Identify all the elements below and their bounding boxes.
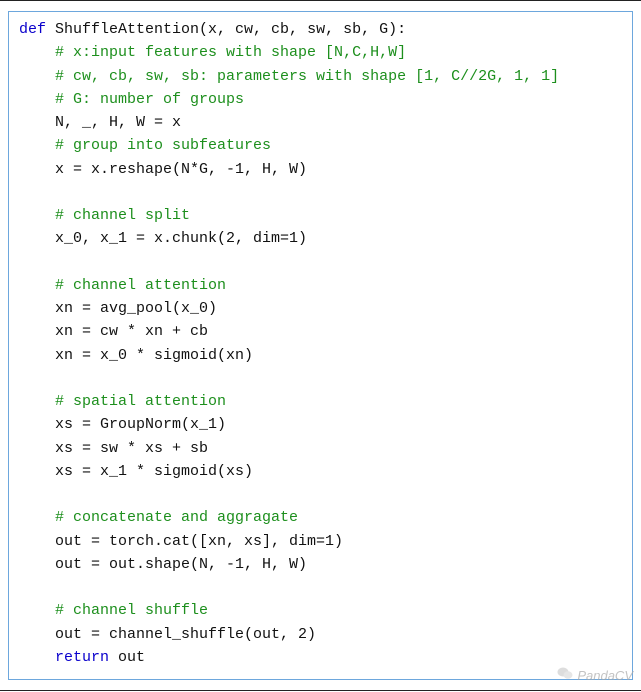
wechat-icon <box>557 666 573 686</box>
code-line: # channel split <box>19 204 622 227</box>
code-line: xs = sw * xs + sb <box>19 437 622 460</box>
code-line: # x:input features with shape [N,C,H,W] <box>19 41 622 64</box>
code-frame: def ShuffleAttention(x, cw, cb, sw, sb, … <box>0 0 641 691</box>
watermark: PandaCV <box>557 666 633 686</box>
code-line: N, _, H, W = x <box>19 111 622 134</box>
code-line <box>19 483 622 506</box>
code-line: xn = cw * xn + cb <box>19 320 622 343</box>
code-line <box>19 251 622 274</box>
code-line <box>19 576 622 599</box>
code-line: out = torch.cat([xn, xs], dim=1) <box>19 530 622 553</box>
code-line <box>19 367 622 390</box>
code-line: xs = x_1 * sigmoid(xs) <box>19 460 622 483</box>
code-line: xs = GroupNorm(x_1) <box>19 413 622 436</box>
watermark-text: PandaCV <box>577 666 633 686</box>
code-line: out = out.shape(N, -1, H, W) <box>19 553 622 576</box>
code-line: out = channel_shuffle(out, 2) <box>19 623 622 646</box>
code-line: # concatenate and aggragate <box>19 506 622 529</box>
code-line <box>19 181 622 204</box>
code-line: def ShuffleAttention(x, cw, cb, sw, sb, … <box>19 18 622 41</box>
code-line: # spatial attention <box>19 390 622 413</box>
code-line: x = x.reshape(N*G, -1, H, W) <box>19 158 622 181</box>
code-line: # group into subfeatures <box>19 134 622 157</box>
code-line: return out <box>19 646 622 669</box>
code-line: # channel shuffle <box>19 599 622 622</box>
code-line: # channel attention <box>19 274 622 297</box>
code-line: xn = avg_pool(x_0) <box>19 297 622 320</box>
code-line: x_0, x_1 = x.chunk(2, dim=1) <box>19 227 622 250</box>
code-line: xn = x_0 * sigmoid(xn) <box>19 344 622 367</box>
code-line: # cw, cb, sw, sb: parameters with shape … <box>19 65 622 88</box>
code-line: # G: number of groups <box>19 88 622 111</box>
code-block: def ShuffleAttention(x, cw, cb, sw, sb, … <box>8 11 633 680</box>
